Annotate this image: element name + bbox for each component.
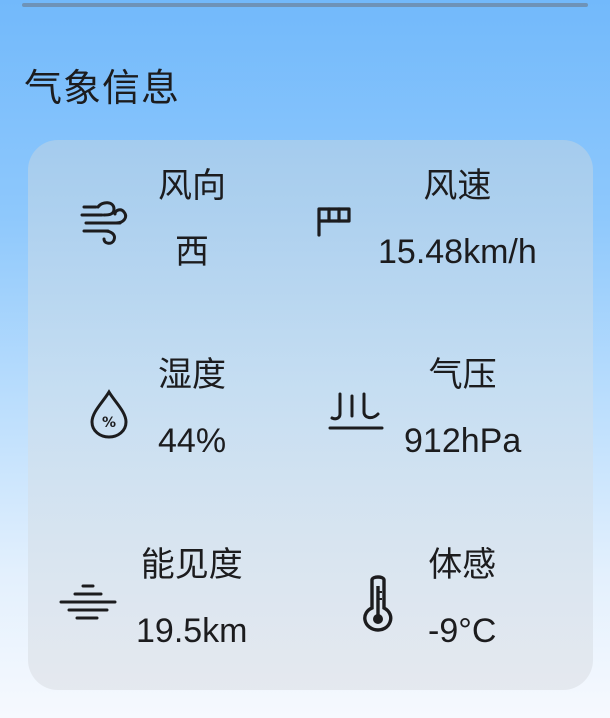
windsock-icon <box>308 196 358 246</box>
feels-like-item: 体感 -9°C <box>358 543 496 653</box>
feels-like-label: 体感 <box>428 545 497 585</box>
wind-icon <box>78 195 134 251</box>
fog-lines-icon <box>58 575 118 631</box>
pressure-icon <box>328 385 384 441</box>
wind-speed-value: 15.48km/h <box>378 233 537 271</box>
pressure-item: 气压 912hPa <box>328 353 521 463</box>
svg-text:%: % <box>102 415 116 431</box>
pressure-value: 912hPa <box>404 422 522 460</box>
wind-speed-label: 风速 <box>423 166 492 206</box>
section-title: 气象信息 <box>24 66 181 110</box>
humidity-label: 湿度 <box>158 355 227 395</box>
wind-direction-label: 风向 <box>158 166 226 206</box>
feels-like-value: -9°C <box>428 612 497 650</box>
visibility-label: 能见度 <box>140 545 243 585</box>
wind-speed-item: 风速 15.48km/h <box>308 164 537 274</box>
thermometer-icon <box>358 570 398 636</box>
top-divider <box>22 3 588 7</box>
weather-info-card: 风向 西 风速 15.48km/h % 湿度 44% 气压 912hPa 能见度… <box>28 140 593 690</box>
wind-direction-value: 西 <box>175 232 209 272</box>
visibility-value: 19.5km <box>136 612 248 650</box>
wind-direction-item: 风向 西 <box>78 164 226 274</box>
visibility-item: 能见度 19.5km <box>58 543 248 653</box>
pressure-label: 气压 <box>428 355 497 395</box>
humidity-value: 44% <box>158 422 227 460</box>
humidity-item: % 湿度 44% <box>84 353 226 463</box>
humidity-drop-icon: % <box>84 386 134 442</box>
